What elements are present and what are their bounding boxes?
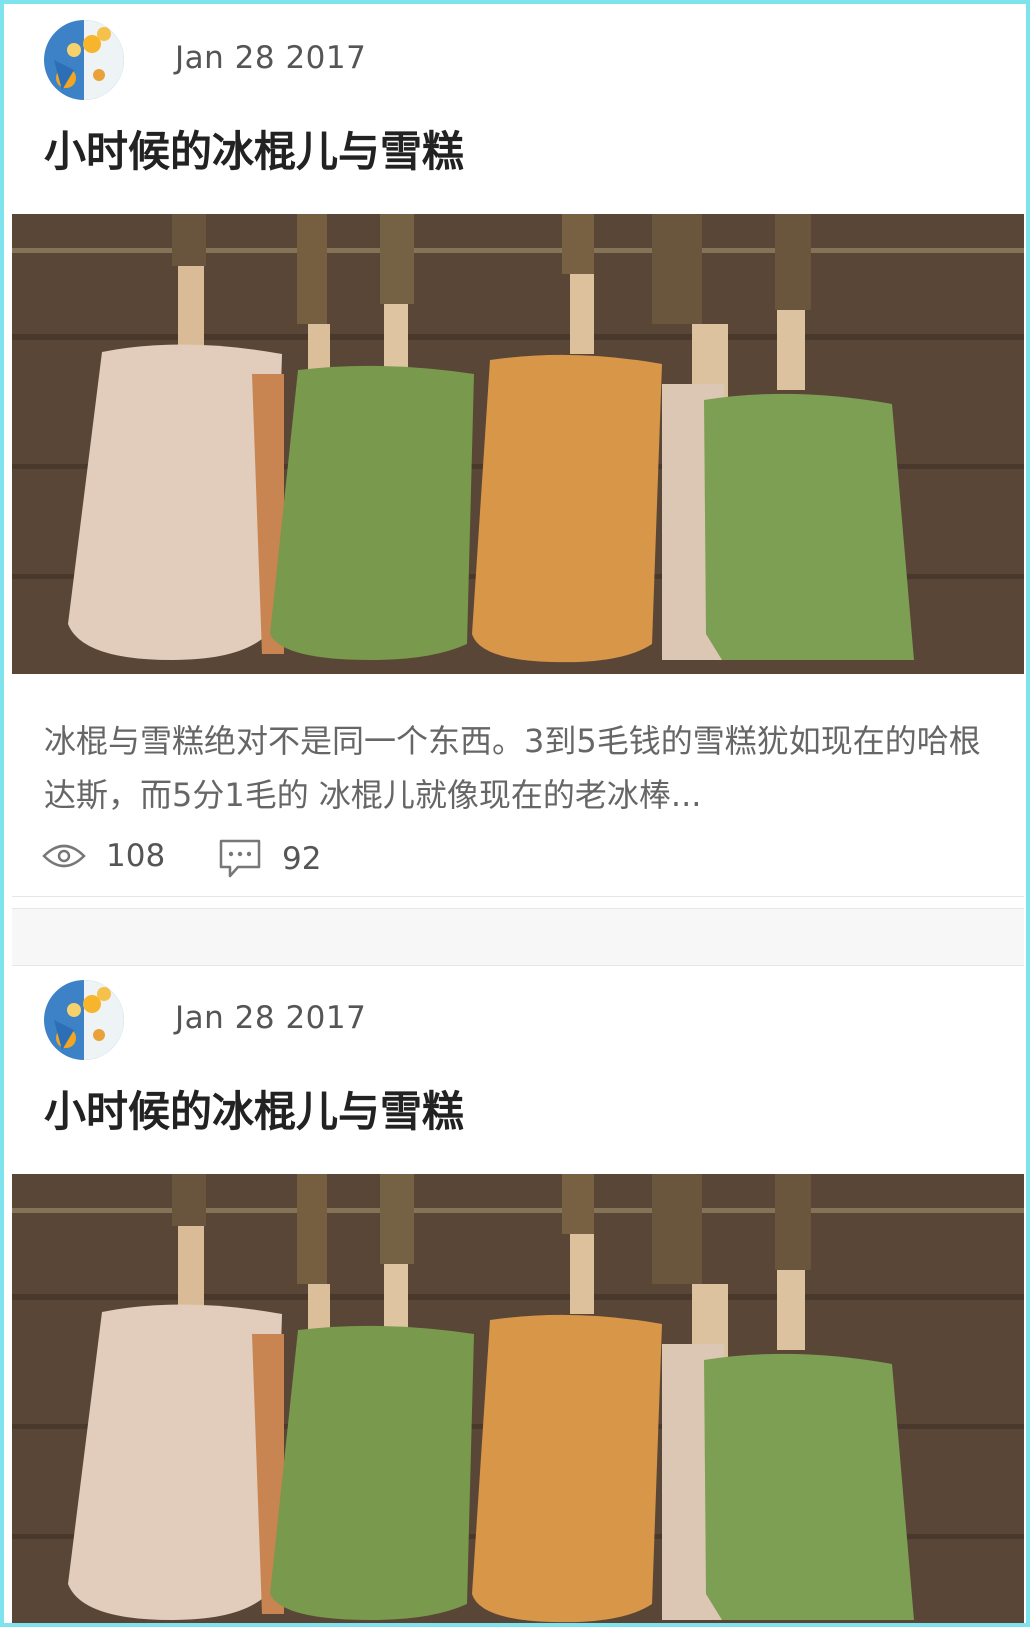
cover-image[interactable] (12, 214, 1024, 674)
post-date: Jan 28 2017 (175, 1000, 367, 1036)
post-stats: 108 92 (12, 826, 1024, 897)
post-header: Jan 28 2017 (12, 964, 1024, 1076)
post-title[interactable]: 小时候的冰棍儿与雪糕 (12, 116, 1024, 214)
post-excerpt: 冰棍与雪糕绝对不是同一个东西。3到5毛钱的雪糕犹如现在的哈根达斯，而5分1毛的 … (44, 722, 981, 814)
avatar[interactable] (44, 20, 124, 100)
view-count: 108 (42, 838, 165, 874)
feed: Jan 28 2017 小时候的冰棍儿与雪糕 冰棍与雪糕绝对不是同一个东西。3到… (0, 0, 1030, 1627)
post-date: Jan 28 2017 (175, 40, 367, 76)
card-divider (12, 908, 1024, 966)
comment-count-value: 92 (282, 841, 322, 877)
post-header: Jan 28 2017 (12, 4, 1024, 116)
comment-icon (219, 839, 261, 878)
post-title[interactable]: 小时候的冰棍儿与雪糕 (12, 1076, 1024, 1174)
cover-image[interactable] (12, 1174, 1024, 1623)
post-card[interactable]: Jan 28 2017 小时候的冰棍儿与雪糕 (12, 964, 1024, 1623)
post-card[interactable]: Jan 28 2017 小时候的冰棍儿与雪糕 (12, 4, 1024, 897)
avatar[interactable] (44, 980, 124, 1060)
view-count-value: 108 (106, 838, 166, 874)
comment-count[interactable]: 92 (218, 838, 321, 880)
eye-icon (42, 844, 86, 868)
